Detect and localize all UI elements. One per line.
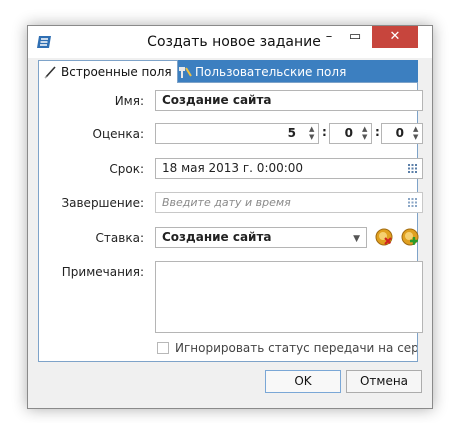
- estimate-hours-input[interactable]: 5 ▲ ▼: [155, 123, 319, 144]
- maximize-button[interactable]: ▭: [344, 26, 366, 48]
- calendar-grid-icon[interactable]: [408, 198, 417, 207]
- ignore-status-label: Игнорировать статус передачи на сервер T…: [175, 341, 417, 355]
- estimate-minutes-value: 0: [344, 126, 353, 140]
- seconds-spinner[interactable]: ▲ ▼: [410, 124, 422, 143]
- tab-builtin-label: Встроенные поля: [61, 65, 172, 79]
- due-label: Срок:: [109, 162, 144, 176]
- completion-date-input[interactable]: Введите дату и время: [155, 192, 423, 213]
- close-button[interactable]: ✕: [372, 26, 418, 48]
- ignore-status-checkbox[interactable]: [157, 342, 169, 354]
- notes-textarea[interactable]: [155, 261, 423, 333]
- title-bar: Создать новое задание – ▭ ✕: [28, 26, 432, 58]
- due-date-input[interactable]: 18 мая 2013 г. 0:00:00: [155, 158, 423, 179]
- estimate-minutes-input[interactable]: 0 ▲ ▼: [329, 123, 372, 144]
- tab-custom-fields[interactable]: Пользовательские поля: [172, 60, 353, 84]
- ok-button[interactable]: OK: [265, 370, 341, 393]
- estimate-seconds-value: 0: [395, 126, 404, 140]
- minimize-button[interactable]: –: [318, 26, 340, 48]
- calendar-grid-icon[interactable]: [408, 164, 417, 173]
- tab-custom-label: Пользовательские поля: [195, 65, 347, 79]
- tools-icon: [179, 67, 192, 78]
- chevron-down-icon: ▼: [353, 234, 360, 244]
- rate-select[interactable]: Создание сайта ▼: [155, 227, 367, 248]
- name-label: Имя:: [114, 94, 144, 108]
- minutes-spinner[interactable]: ▲ ▼: [359, 124, 371, 143]
- estimate-seconds-input[interactable]: 0 ▲ ▼: [381, 123, 423, 144]
- completion-label: Завершение:: [61, 196, 144, 210]
- remove-rate-icon[interactable]: [375, 228, 393, 246]
- estimate-separator-2: :: [375, 125, 380, 139]
- create-task-dialog: Создать новое задание – ▭ ✕ Встроенные п…: [27, 25, 433, 409]
- notes-label: Примечания:: [61, 265, 144, 279]
- estimate-separator-1: :: [322, 125, 327, 139]
- tab-builtin-fields[interactable]: Встроенные поля: [38, 60, 178, 83]
- estimate-label: Оценка:: [92, 127, 145, 141]
- estimate-hours-value: 5: [287, 126, 296, 140]
- due-date-value: 18 мая 2013 г. 0:00:00: [162, 161, 304, 175]
- tab-bar: Встроенные поля Пользовательские поля: [38, 60, 418, 84]
- hours-spinner[interactable]: ▲ ▼: [306, 124, 318, 143]
- completion-placeholder: Введите дату и время: [162, 196, 291, 209]
- add-rate-icon[interactable]: [401, 228, 419, 246]
- cancel-button[interactable]: Отмена: [346, 370, 422, 393]
- rate-label: Ставка:: [95, 231, 144, 245]
- name-input[interactable]: Создание сайта: [155, 90, 423, 111]
- builtin-fields-panel: Имя: Создание сайта Оценка: 5 ▲ ▼ : 0 ▲ ▼ …: [38, 82, 423, 362]
- rate-selected-value: Создание сайта: [162, 230, 272, 244]
- pencil-icon: [44, 66, 56, 79]
